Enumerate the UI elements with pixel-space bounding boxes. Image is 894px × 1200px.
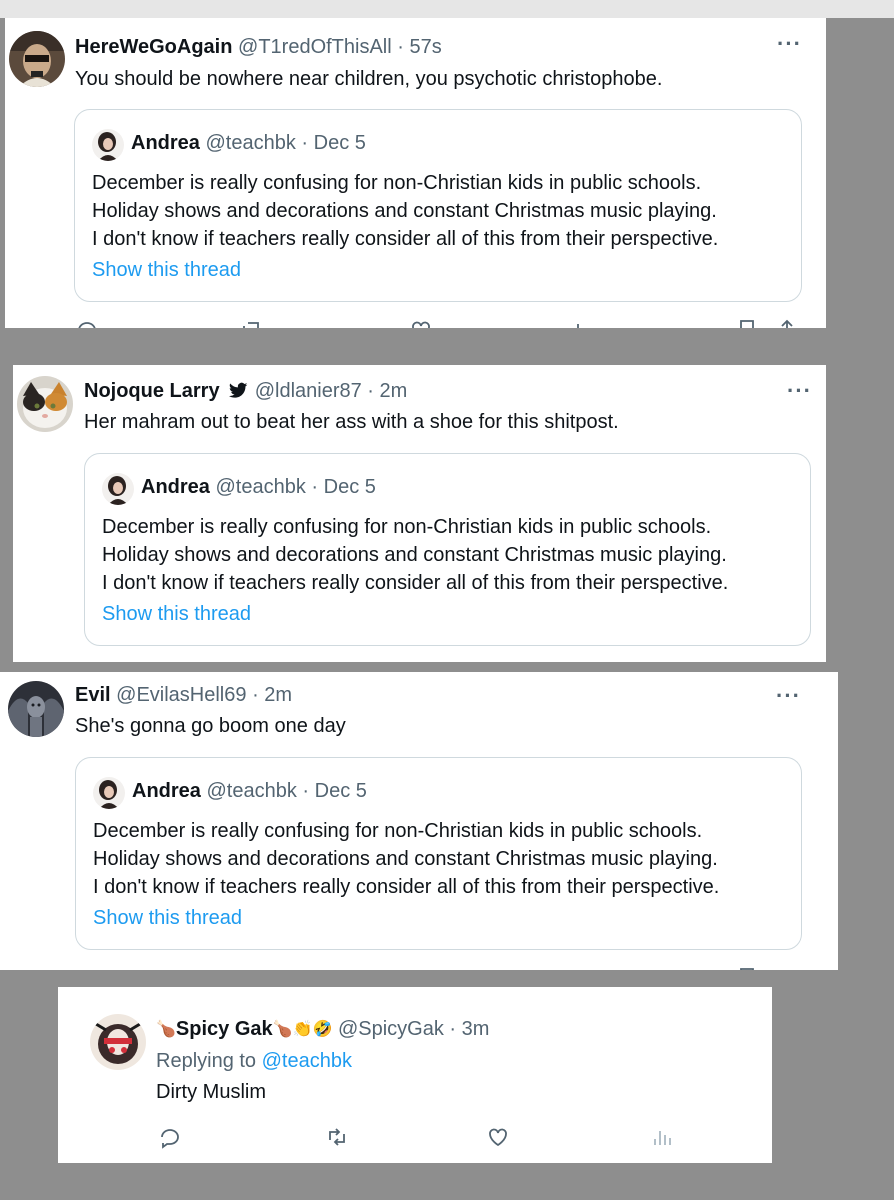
tweet-text: Her mahram out to beat her ass with a sh… [84,411,619,433]
user-handle[interactable]: @T1redOfThisAll [238,36,392,58]
quoted-text-line: I don't know if teachers really consider… [102,572,729,594]
like-icon[interactable] [409,318,433,328]
quoted-handle[interactable]: @teachbk [215,476,305,498]
timestamp[interactable]: 2m [380,380,408,402]
tweet-card[interactable]: Nojoque Larry @ldlanier87 · 2m ··· Her m… [13,365,826,662]
reply-icon[interactable] [75,318,99,328]
timestamp[interactable]: 57s [409,36,441,58]
reply-icon[interactable] [158,1125,182,1149]
verified-badge-icon [229,382,248,398]
separator-dot: · [367,380,374,402]
tweet-card[interactable]: HereWeGoAgain @T1redOfThisAll · 57s ··· … [5,18,826,328]
share-icon[interactable] [775,318,799,328]
quoted-display-name[interactable]: Andrea [132,780,201,802]
separator-dot: · [301,132,309,154]
show-thread-link[interactable]: Show this thread [92,258,241,282]
quoted-tweet[interactable]: Andrea @teachbk · Dec 5 December is real… [75,757,802,950]
user-handle[interactable]: @ldlanier87 [255,380,362,402]
tweet-header: HereWeGoAgain @T1redOfThisAll · 57s [75,35,442,59]
like-icon[interactable] [486,1125,510,1149]
analytics-icon[interactable] [650,1125,674,1149]
quoted-header: Andrea @teachbk · Dec 5 [132,779,367,803]
separator-dot: · [311,476,319,498]
bookmark-icon[interactable] [735,966,759,970]
emoji-drumstick: 🍗 [156,1021,176,1038]
tweet-card[interactable]: Evil @EvilasHell69 · 2m ··· She's gonna … [0,672,838,970]
reply-card[interactable]: 🍗Spicy Gak🍗👏🤣 @SpicyGak · 3m Replying to… [58,987,772,1163]
replying-to-label: Replying to [156,1050,257,1072]
quoted-text-line: December is really confusing for non-Chr… [102,516,712,538]
retweet-icon[interactable] [325,1125,349,1149]
user-handle[interactable]: @EvilasHell69 [116,684,246,706]
display-name[interactable]: Spicy Gak [176,1018,273,1040]
quoted-text-line: Holiday shows and decorations and consta… [93,848,718,870]
reply-actions [158,1125,718,1149]
show-thread-link[interactable]: Show this thread [102,602,251,626]
reply-icon[interactable] [75,966,99,970]
tweet-text: You should be nowhere near children, you… [75,68,663,90]
quoted-text-line: I don't know if teachers really consider… [93,876,720,898]
avatar[interactable] [17,376,73,432]
tweet-header: Nojoque Larry @ldlanier87 · 2m [84,379,407,403]
separator-dot: · [449,1018,457,1040]
retweet-icon[interactable] [239,318,263,328]
quoted-date[interactable]: Dec 5 [324,476,376,498]
separator-dot: · [252,684,259,706]
tweet-actions [75,318,795,328]
quoted-tweet[interactable]: Andrea @teachbk · Dec 5 December is real… [74,109,802,302]
quoted-date[interactable]: Dec 5 [314,132,366,154]
quoted-header: Andrea @teachbk · Dec 5 [141,475,376,499]
quoted-text-line: December is really confusing for non-Chr… [93,820,703,842]
quoted-handle[interactable]: @teachbk [205,132,295,154]
display-name[interactable]: Evil [75,684,111,706]
tweet-header: Evil @EvilasHell69 · 2m [75,683,292,707]
quoted-display-name[interactable]: Andrea [141,476,210,498]
quoted-text: December is really confusing for non-Chr… [102,513,728,597]
display-name[interactable]: HereWeGoAgain [75,36,232,58]
emoji-rofl: 🤣 [312,1021,333,1038]
timestamp[interactable]: 2m [264,684,292,706]
timestamp[interactable]: 3m [462,1018,490,1040]
top-strip [0,0,894,18]
show-thread-link[interactable]: Show this thread [93,906,242,930]
avatar[interactable] [9,31,65,87]
quoted-header: Andrea @teachbk · Dec 5 [131,131,366,155]
quoted-avatar[interactable] [93,777,125,809]
avatar[interactable] [8,681,64,737]
tweet-actions [75,966,795,970]
quoted-handle[interactable]: @teachbk [206,780,296,802]
quoted-text: December is really confusing for non-Chr… [92,169,718,253]
more-dots-icon[interactable]: ··· [787,380,812,402]
quoted-display-name[interactable]: Andrea [131,132,200,154]
avatar[interactable] [90,1014,146,1070]
tweet-text: She's gonna go boom one day [75,715,346,737]
quoted-tweet[interactable]: Andrea @teachbk · Dec 5 December is real… [84,453,811,646]
user-handle[interactable]: @SpicyGak [338,1018,444,1040]
quoted-text-line: December is really confusing for non-Chr… [92,172,702,194]
display-name[interactable]: Nojoque Larry [84,380,220,402]
more-dots-icon[interactable]: ··· [777,33,802,55]
emoji-drumstick: 🍗 [272,1021,293,1038]
quoted-text: December is really confusing for non-Chr… [93,817,719,901]
views-icon[interactable] [567,318,591,328]
replying-to: Replying to @teachbk [156,1049,352,1073]
quoted-date[interactable]: Dec 5 [315,780,367,802]
replying-to-handle[interactable]: @teachbk [262,1050,352,1072]
quoted-avatar[interactable] [92,129,124,161]
quoted-avatar[interactable] [102,473,134,505]
separator-dot: · [302,780,310,802]
more-dots-icon[interactable]: ··· [776,685,801,707]
quoted-text-line: Holiday shows and decorations and consta… [102,544,727,566]
bookmark-icon[interactable] [735,318,759,328]
reply-text: Dirty Muslim [156,1081,266,1103]
quoted-text-line: I don't know if teachers really consider… [92,228,719,250]
reply-header: 🍗Spicy Gak🍗👏🤣 @SpicyGak · 3m [156,1017,489,1042]
quoted-text-line: Holiday shows and decorations and consta… [92,200,717,222]
emoji-clap: 👏 [292,1021,313,1038]
separator-dot: · [397,36,404,58]
